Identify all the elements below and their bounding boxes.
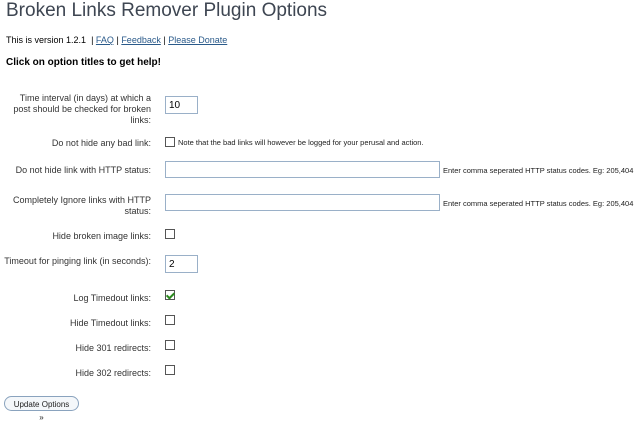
do-not-hide-bad-checkbox[interactable] [165,137,175,147]
version-line: This is version 1.2.1 | FAQ | Feedback |… [6,35,227,45]
do-not-hide-status-note: Enter comma seperated HTTP status codes.… [443,166,634,175]
ignore-status-note: Enter comma seperated HTTP status codes.… [443,199,634,208]
timeout-input[interactable] [165,255,198,273]
do-not-hide-bad-note: Note that the bad links will however be … [178,138,424,147]
hide-timedout-label[interactable]: Hide Timedout links: [1,318,151,329]
do-not-hide-status-input[interactable] [165,161,440,178]
link-separator: | [116,35,119,45]
do-not-hide-status-label[interactable]: Do not hide link with HTTP status: [1,165,151,176]
page-title: Broken Links Remover Plugin Options [6,0,328,21]
log-timedout-checkbox[interactable] [165,290,175,300]
link-separator: | [163,35,166,45]
log-timedout-label[interactable]: Log Timedout links: [1,293,151,304]
donate-link[interactable]: Please Donate [168,35,227,45]
version-text: This is version 1.2.1 [6,35,87,45]
faq-link[interactable]: FAQ [96,35,114,45]
time-interval-label[interactable]: Time interval (in days) at which a post … [1,93,151,126]
update-options-button[interactable]: Update Options » [4,396,79,422]
hide-timedout-checkbox[interactable] [165,315,175,325]
help-heading: Click on option titles to get help! [6,57,161,68]
hide-302-label[interactable]: Hide 302 redirects: [1,368,151,379]
hide-broken-images-label[interactable]: Hide broken image links: [1,231,151,242]
link-separator: | [91,35,94,45]
ignore-status-input[interactable] [165,194,440,211]
time-interval-input[interactable] [165,96,198,114]
timeout-label[interactable]: Timeout for pinging link (in seconds): [1,256,151,267]
hide-broken-images-checkbox[interactable] [165,229,175,239]
do-not-hide-bad-label[interactable]: Do not hide any bad link: [1,138,151,149]
hide-302-checkbox[interactable] [165,365,175,375]
hide-301-checkbox[interactable] [165,340,175,350]
ignore-status-label[interactable]: Completely Ignore links with HTTP status… [1,195,151,217]
feedback-link[interactable]: Feedback [121,35,161,45]
hide-301-label[interactable]: Hide 301 redirects: [1,343,151,354]
